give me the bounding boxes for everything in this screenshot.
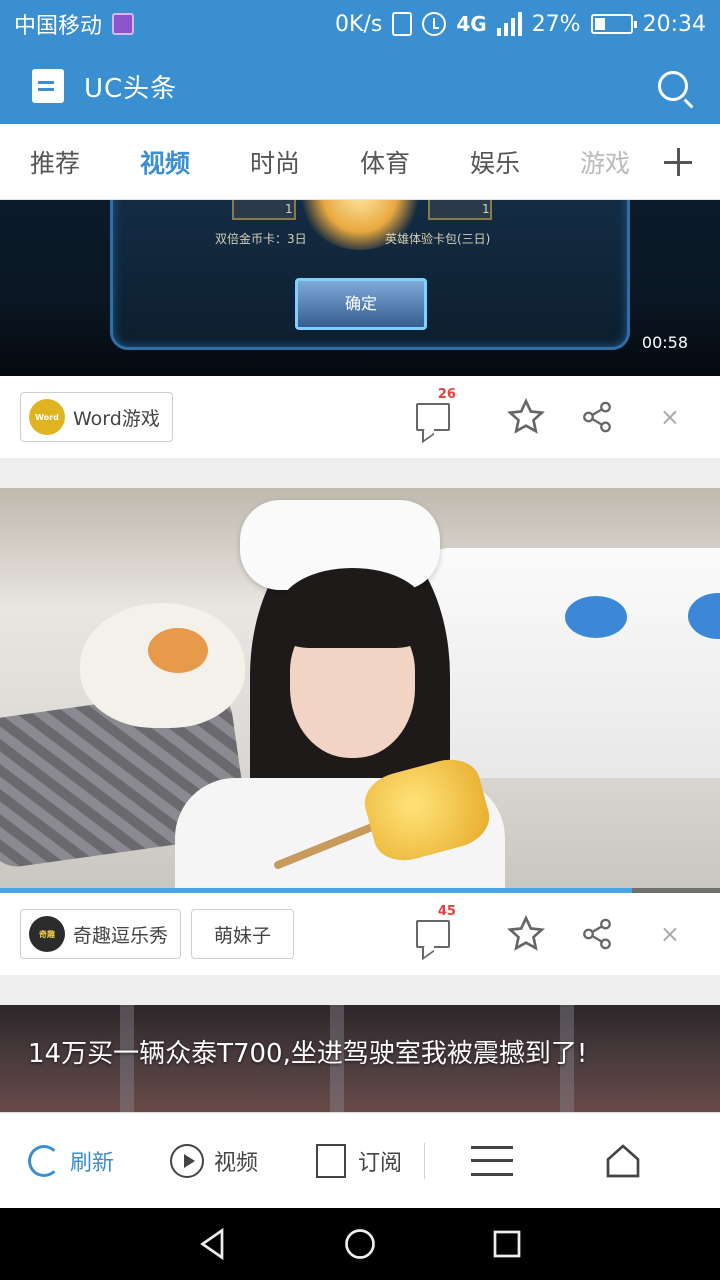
clock: 20:34 (642, 11, 706, 37)
news-logo-icon (32, 69, 64, 103)
video-button[interactable]: 视频 (170, 1143, 259, 1178)
app-title: UC头条 (84, 73, 178, 104)
sofa (410, 548, 720, 778)
home-icon[interactable] (603, 1141, 643, 1181)
source-avatar: Word (29, 399, 65, 435)
comment-icon[interactable]: 45 (415, 904, 456, 948)
status-bar: 中国移动 0K/s 4G 27% 20:34 (0, 0, 720, 48)
app-header: UC头条 (0, 48, 720, 124)
battery-icon (590, 14, 637, 34)
cat-plush-patch (148, 628, 208, 673)
share-icon[interactable] (580, 916, 614, 952)
tab-sports[interactable]: 体育 (330, 144, 440, 180)
vibrate-icon (392, 12, 413, 36)
dismiss-close-icon[interactable]: × (660, 920, 680, 948)
reward-caption: 英雄体验卡包(三日) (385, 232, 491, 246)
tab-video[interactable]: 视频 (110, 144, 220, 180)
comment-icon[interactable]: 26 (415, 387, 456, 431)
subscribe-button[interactable]: 订阅 (316, 1143, 403, 1178)
video-thumbnail-game[interactable]: 1 1 双倍金币卡：3日 英雄体验卡包(三日) 确定 00:58 (0, 200, 720, 376)
video-thumbnail-car[interactable]: 14万买一辆众泰T700,坐进驾驶室我被震撼到了! (0, 1005, 720, 1115)
tab-games[interactable]: 游戏 (550, 144, 660, 180)
uc-news-page: 中国移动 0K/s 4G 27% 20:34 UC头条 推荐 视频 时尚 体育 … (0, 0, 720, 1280)
bookmark-icon (316, 1143, 347, 1178)
dismiss-close-icon[interactable]: × (660, 403, 680, 431)
search-icon[interactable] (658, 71, 688, 101)
source-name: 奇趣逗乐秀 (73, 924, 169, 947)
game-confirm-button: 确定 (295, 278, 427, 330)
channel-tabs: 推荐 视频 时尚 体育 娱乐 游戏 (0, 124, 720, 200)
item-action-buttons: 26 × (415, 376, 680, 458)
network-type: 4G (456, 12, 487, 36)
video-duration: 00:58 (641, 333, 688, 352)
favorite-star-icon[interactable] (506, 397, 546, 437)
feed-item-actions: Word Word游戏 26 × (0, 376, 720, 458)
status-right-group: 0K/s 4G 27% 20:34 (335, 12, 706, 37)
girl-bangs (280, 568, 425, 648)
alarm-icon (422, 12, 447, 36)
tab-entertainment[interactable]: 娱乐 (440, 144, 550, 180)
share-icon[interactable] (580, 399, 614, 435)
reward-caption: 双倍金币卡：3日 (215, 232, 307, 246)
battery-percent: 27% (531, 11, 581, 37)
source-avatar: 奇趣 (29, 916, 65, 952)
network-speed: 0K/s (335, 11, 383, 37)
feed-item-actions: 奇趣 奇趣逗乐秀 萌妹子 45 × (0, 893, 720, 975)
video-thumbnail-girl[interactable] (0, 488, 720, 893)
comment-count: 26 (437, 387, 456, 402)
topic-tag[interactable]: 萌妹子 (191, 909, 295, 959)
sofa-dot (565, 596, 627, 638)
video-headline[interactable]: 14万买一辆众泰T700,坐进驾驶室我被震撼到了! (28, 1035, 678, 1073)
tab-recommend[interactable]: 推荐 (0, 144, 110, 180)
signal-icon (496, 12, 522, 36)
refresh-button[interactable]: 刷新 (28, 1144, 115, 1177)
tab-fashion[interactable]: 时尚 (220, 144, 330, 180)
reward-count: 1 (285, 202, 293, 216)
refresh-label: 刷新 (70, 1150, 115, 1176)
item-action-buttons: 45 × (415, 893, 680, 975)
carrier-label: 中国移动 (14, 14, 103, 39)
add-channel-icon[interactable] (664, 148, 692, 176)
home-circle-icon[interactable] (342, 1226, 378, 1262)
source-tag[interactable]: Word Word游戏 (20, 392, 173, 442)
recent-apps-square-icon[interactable] (489, 1226, 525, 1262)
menu-icon[interactable] (471, 1145, 514, 1176)
video-label: 视频 (214, 1150, 259, 1176)
bottom-toolbar: 刷新 视频 订阅 (0, 1112, 720, 1208)
favorite-star-icon[interactable] (506, 914, 546, 954)
source-name: Word游戏 (73, 407, 160, 430)
subscribe-label: 订阅 (358, 1150, 403, 1176)
image-notification-icon (112, 13, 135, 35)
android-nav-bar (0, 1208, 720, 1280)
carrier-group: 中国移动 (14, 8, 135, 40)
back-triangle-icon[interactable] (195, 1226, 231, 1262)
toolbar-divider (424, 1142, 426, 1179)
refresh-icon (28, 1144, 60, 1177)
comment-count: 45 (437, 904, 456, 919)
play-icon (170, 1143, 205, 1178)
source-tag[interactable]: 奇趣 奇趣逗乐秀 (20, 909, 182, 959)
reward-count: 1 (482, 202, 490, 216)
